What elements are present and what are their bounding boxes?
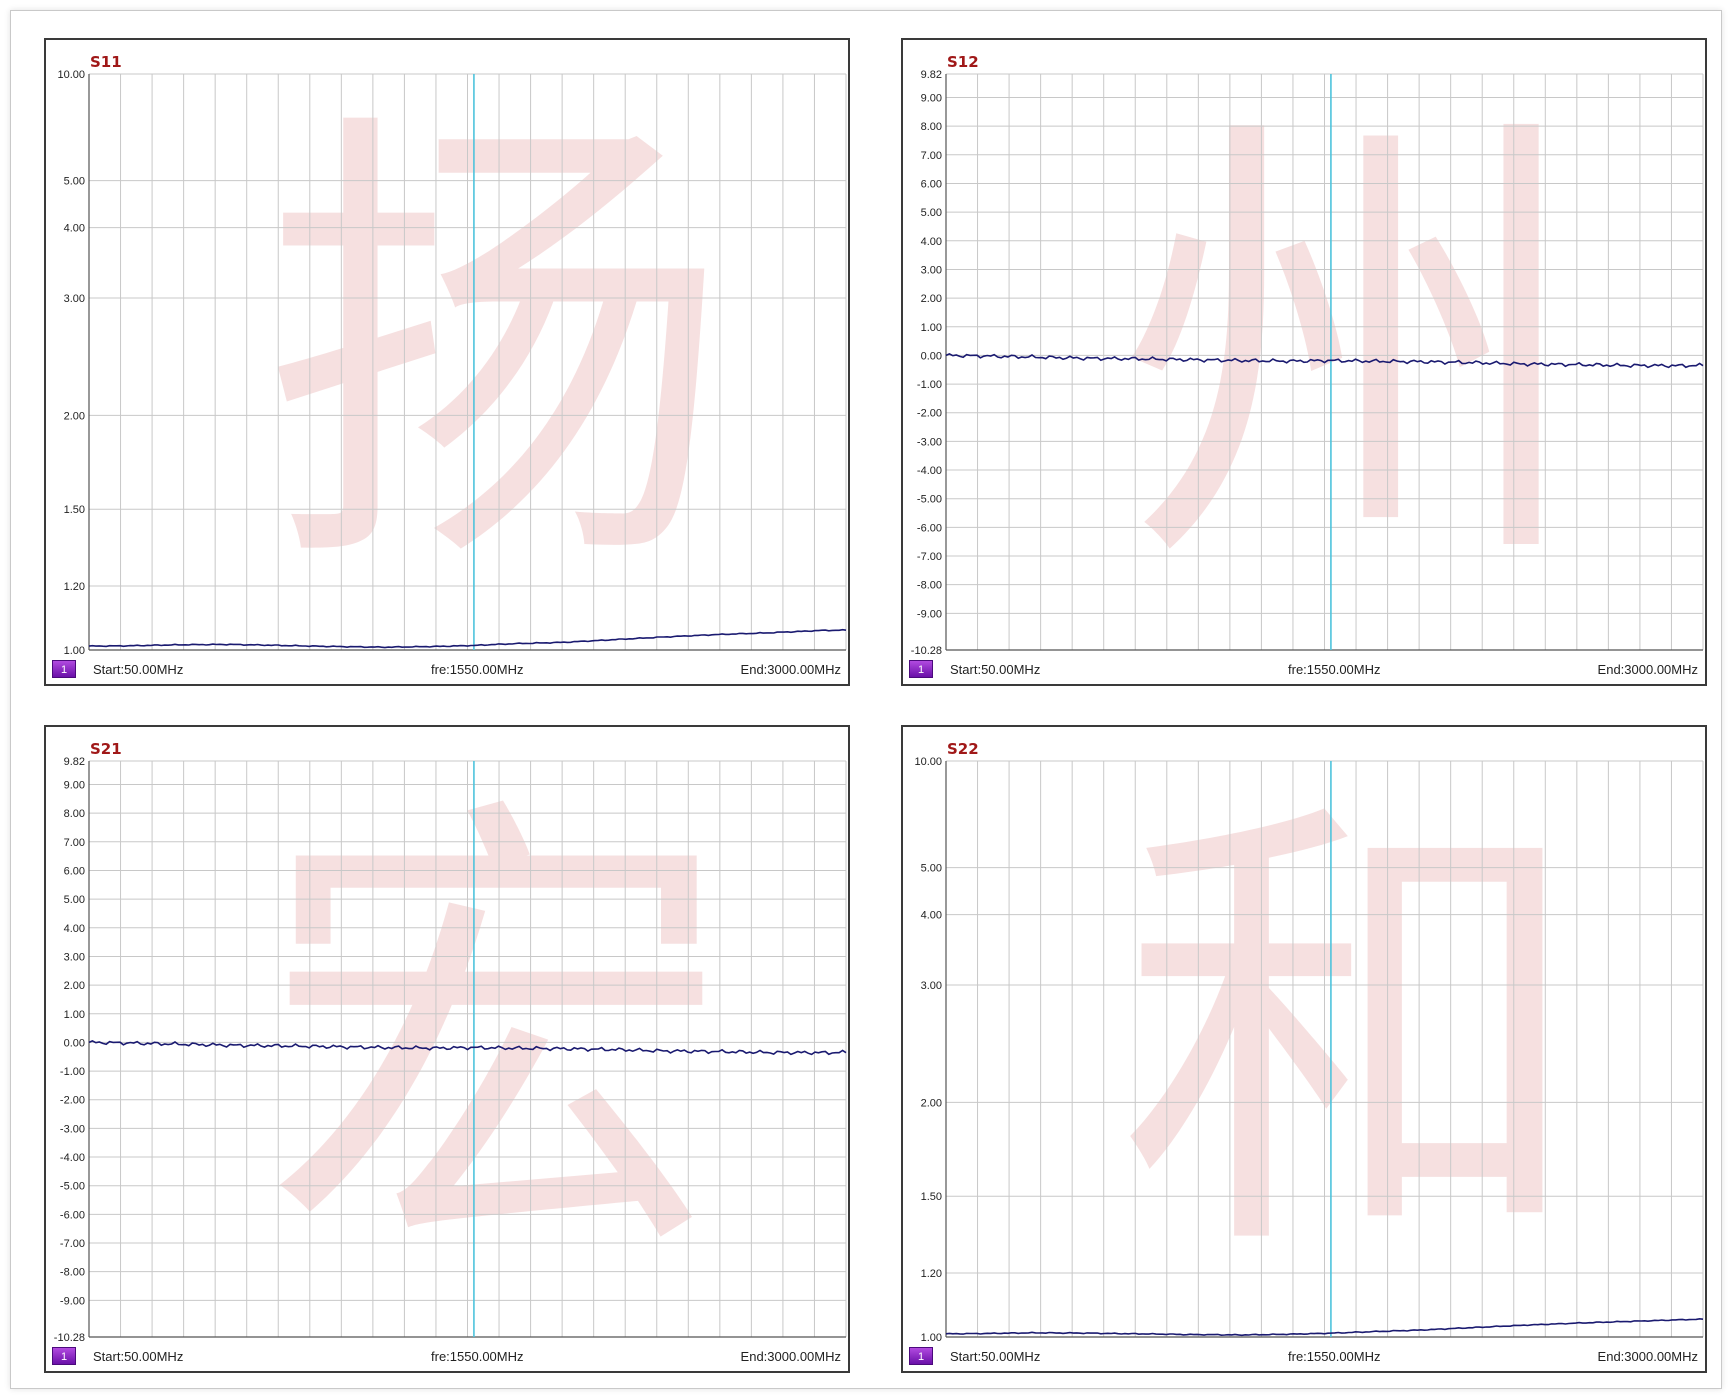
y-tick-label: 7.00 <box>921 150 942 162</box>
y-tick-label: 2.00 <box>921 1097 942 1109</box>
start-frequency: Start:50.00MHz <box>950 1349 1041 1364</box>
marker-frequency: fre:1550.00MHz <box>1288 662 1381 677</box>
y-tick-label: -3.00 <box>60 1123 85 1135</box>
y-tick-label: 2.00 <box>64 410 85 422</box>
y-tick-label: 9.82 <box>921 69 942 81</box>
y-tick-label: 9.00 <box>921 92 942 104</box>
y-tick-label: -9.00 <box>60 1295 85 1307</box>
s12-panel: 州 -10.28 -9.00 -8.00 -7.00 -6.00 -5.00 -4.00 -3… <box>901 38 1707 686</box>
s11-plot: 1.001.201.502.003.004.005.0010.00 <box>57 69 847 657</box>
panel-title: S22 <box>947 740 979 758</box>
y-tick-label: -2.00 <box>917 408 942 420</box>
figure-frame: 扬 1.00 1.20 1.50 2.00 3.00 4.00 5.00 10.00 S11 … <box>10 10 1722 1389</box>
y-tick-label: 5.00 <box>921 207 942 219</box>
y-tick-label: 1.00 <box>64 1009 85 1021</box>
y-tick-label: 6.00 <box>64 865 85 877</box>
marker-1-badge[interactable]: 1 <box>52 1347 76 1365</box>
s12-plot: -10.28-9.00-8.00-7.00-6.00-5.00-4.00-3.0… <box>911 69 1704 657</box>
y-tick-label: 5.00 <box>64 894 85 906</box>
y-tick-label: 9.00 <box>64 779 85 791</box>
marker-1-badge[interactable]: 1 <box>909 660 933 678</box>
y-tick-label: -7.00 <box>60 1238 85 1250</box>
y-tick-label: 2.00 <box>921 293 942 305</box>
y-tick-label: 8.00 <box>921 121 942 133</box>
start-frequency: Start:50.00MHz <box>93 1349 184 1364</box>
y-tick-label: -1.00 <box>917 379 942 391</box>
end-frequency: End:3000.00MHz <box>1597 1349 1698 1364</box>
marker-frequency: fre:1550.00MHz <box>431 1349 524 1364</box>
frequency-footer: 1 Start:50.00MHz fre:1550.00MHz End:3000… <box>46 1341 848 1371</box>
y-tick-label: -4.00 <box>60 1152 85 1164</box>
end-frequency: End:3000.00MHz <box>740 1349 841 1364</box>
y-tick-label: 1.00 <box>921 322 942 334</box>
y-tick-label: -2.00 <box>60 1095 85 1107</box>
frequency-footer: 1 Start:50.00MHz fre:1550.00MHz End:3000… <box>46 654 848 684</box>
y-tick-label: -4.00 <box>917 465 942 477</box>
y-tick-label: 3.00 <box>64 293 85 305</box>
s22-plot: 1.001.201.502.003.004.005.0010.00 <box>914 756 1704 1344</box>
y-tick-label: 3.00 <box>921 264 942 276</box>
y-tick-label: 3.00 <box>921 980 942 992</box>
marker-1-badge[interactable]: 1 <box>52 660 76 678</box>
y-tick-label: 1.50 <box>64 504 85 516</box>
y-tick-label: 5.00 <box>64 176 85 188</box>
y-tick-label: 1.50 <box>921 1191 942 1203</box>
y-tick-label: 7.00 <box>64 837 85 849</box>
s21-plot: -10.28-9.00-8.00-7.00-6.00-5.00-4.00-3.0… <box>54 756 847 1344</box>
panel-title: S12 <box>947 53 979 71</box>
start-frequency: Start:50.00MHz <box>93 662 184 677</box>
y-tick-label: -8.00 <box>917 580 942 592</box>
s21-panel: 宏 -10.28 -9.00 -8.00 -7.00 -6.00 -5.00 -4.00 -3… <box>44 725 850 1373</box>
y-tick-label: 5.00 <box>921 863 942 875</box>
end-frequency: End:3000.00MHz <box>740 662 841 677</box>
y-tick-label: -6.00 <box>60 1209 85 1221</box>
y-tick-label: 4.00 <box>64 223 85 235</box>
y-tick-label: -3.00 <box>917 436 942 448</box>
start-frequency: Start:50.00MHz <box>950 662 1041 677</box>
y-tick-label: 0.00 <box>921 350 942 362</box>
y-tick-label: 4.00 <box>921 236 942 248</box>
y-tick-label: 0.00 <box>64 1037 85 1049</box>
frequency-footer: 1 Start:50.00MHz fre:1550.00MHz End:3000… <box>903 654 1705 684</box>
panel-title: S21 <box>90 740 122 758</box>
panel-title: S11 <box>90 53 122 71</box>
y-tick-label: 4.00 <box>921 910 942 922</box>
y-tick-label: 1.20 <box>64 581 85 593</box>
y-tick-label: 8.00 <box>64 808 85 820</box>
marker-1-badge[interactable]: 1 <box>909 1347 933 1365</box>
y-tick-label: 9.82 <box>64 756 85 768</box>
y-tick-label: 2.00 <box>64 980 85 992</box>
marker-frequency: fre:1550.00MHz <box>1288 1349 1381 1364</box>
y-tick-label: -7.00 <box>917 551 942 563</box>
y-tick-label: 4.00 <box>64 923 85 935</box>
y-tick-label: -8.00 <box>60 1267 85 1279</box>
y-tick-label: -6.00 <box>917 522 942 534</box>
y-tick-label: 10.00 <box>914 756 942 768</box>
y-tick-label: 10.00 <box>57 69 85 81</box>
y-tick-label: -5.00 <box>60 1181 85 1193</box>
s11-panel: 扬 1.00 1.20 1.50 2.00 3.00 4.00 5.00 10.00 S11 … <box>44 38 850 686</box>
end-frequency: End:3000.00MHz <box>1597 662 1698 677</box>
y-tick-label: -9.00 <box>917 608 942 620</box>
y-tick-label: -5.00 <box>917 494 942 506</box>
y-tick-label: -1.00 <box>60 1066 85 1078</box>
marker-frequency: fre:1550.00MHz <box>431 662 524 677</box>
frequency-footer: 1 Start:50.00MHz fre:1550.00MHz End:3000… <box>903 1341 1705 1371</box>
y-tick-label: 1.20 <box>921 1268 942 1280</box>
y-tick-label: 6.00 <box>921 178 942 190</box>
s22-panel: 和 1.00 1.20 1.50 2.00 3.00 4.00 5.00 10.00 S22 … <box>901 725 1707 1373</box>
y-tick-label: 3.00 <box>64 951 85 963</box>
